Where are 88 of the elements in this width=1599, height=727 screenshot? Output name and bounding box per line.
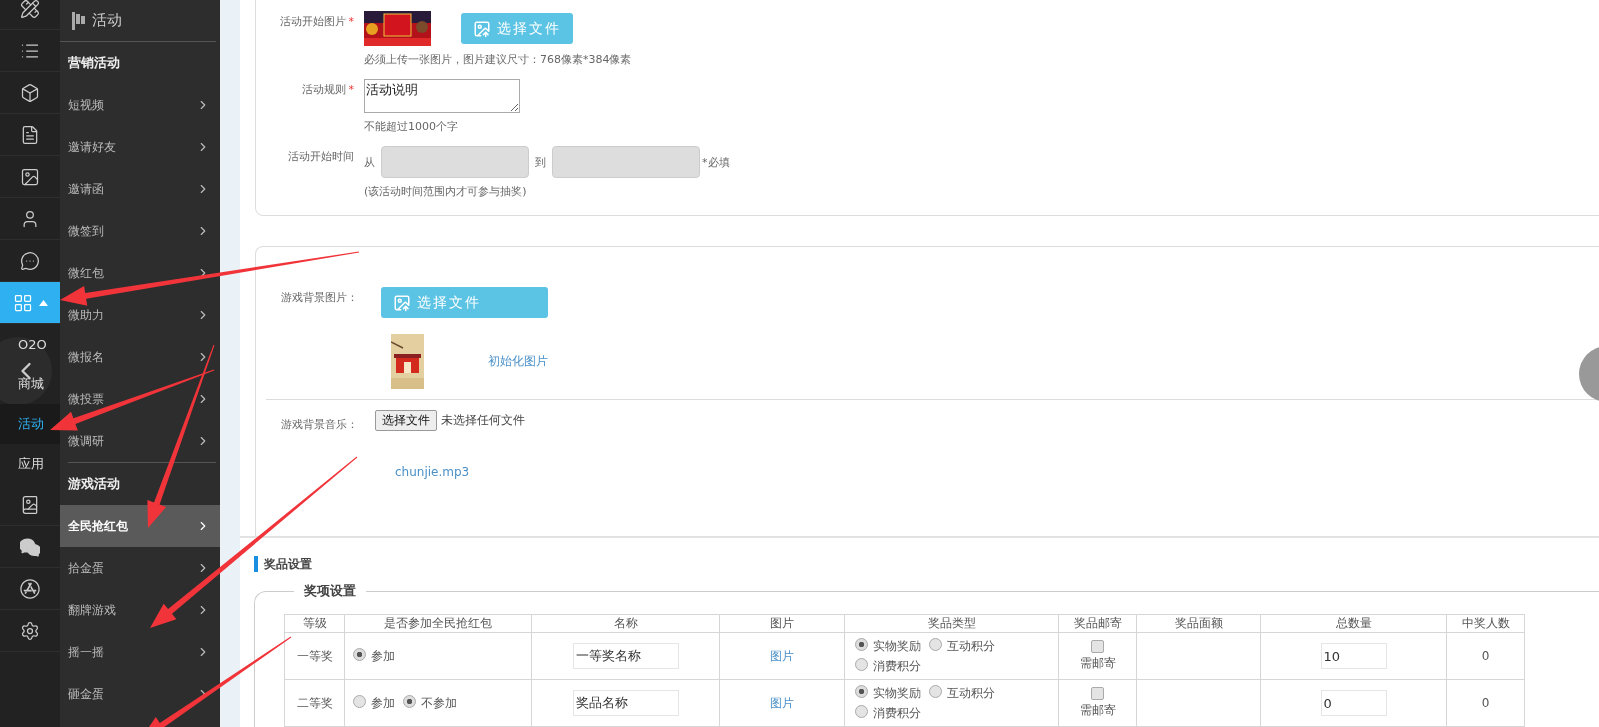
group-title: 游戏活动 xyxy=(67,475,121,493)
menu-item[interactable]: 全民抢红包 xyxy=(60,505,220,547)
radio-option[interactable]: 实物奖励 xyxy=(855,683,929,703)
file-status: 未选择任何文件 xyxy=(441,412,525,429)
image-link[interactable]: 图片 xyxy=(770,695,794,710)
menu-item[interactable]: 微报名 xyxy=(60,336,220,378)
field-label: 活动规则 * xyxy=(300,82,355,98)
radio-option[interactable]: 不参加 xyxy=(403,695,465,710)
upload-icon xyxy=(473,19,491,38)
checkbox[interactable] xyxy=(1091,640,1104,653)
menu-item[interactable]: 微调研 xyxy=(60,420,220,462)
menu-item[interactable]: 微签到 xyxy=(60,210,220,252)
rail-subitem[interactable]: 商城 xyxy=(0,364,60,404)
radio-option[interactable]: 实物奖励 xyxy=(855,636,929,656)
radio-option[interactable]: 参加 xyxy=(353,695,403,710)
menu-item[interactable]: 邀请好友 xyxy=(60,126,220,168)
collapse-button[interactable] xyxy=(0,337,52,405)
end-date-field[interactable] xyxy=(552,146,700,178)
reset-image-link[interactable]: 初始化图片 xyxy=(488,353,548,370)
radio-option[interactable]: 参加 xyxy=(353,648,403,663)
prize-name-field[interactable]: 一等奖名称 xyxy=(572,643,679,669)
table-cell: 0 xyxy=(1446,632,1525,680)
column-header: 等级 xyxy=(284,614,345,633)
column-header: 奖品面额 xyxy=(1136,614,1261,633)
music-file-link[interactable]: chunjie.mp3 xyxy=(381,465,525,479)
group-title: 营销活动 xyxy=(67,54,121,72)
radio-option[interactable]: 消费积分 xyxy=(855,703,929,723)
cube-icon xyxy=(20,82,40,103)
section-title: 奖品设置 xyxy=(254,556,1599,572)
checkbox-label: 需邮寄 xyxy=(1079,655,1116,672)
rail-subitem[interactable]: 应用 xyxy=(0,444,60,484)
menu-item[interactable]: 短视频 xyxy=(60,84,220,126)
column-header: 奖品邮寄 xyxy=(1058,614,1137,633)
quantity-field[interactable]: 10 xyxy=(1320,643,1387,669)
column-header: 中奖人数 xyxy=(1446,614,1525,633)
choose-file-button[interactable]: 选择文件 xyxy=(375,410,437,431)
quantity-field[interactable]: 0 xyxy=(1320,690,1387,716)
menu-item[interactable]: 微红包 xyxy=(60,252,220,294)
rail-item[interactable] xyxy=(0,0,60,30)
column-header: 图片 xyxy=(719,614,845,633)
column-header: 奖品类型 xyxy=(844,614,1059,633)
table-cell: 0 xyxy=(1446,679,1525,727)
hint-text: 不能超过1000个字 xyxy=(364,119,459,134)
upload-icon xyxy=(393,293,411,312)
field-label: 游戏背景音乐： xyxy=(281,417,359,433)
column-header: 名称 xyxy=(531,614,720,633)
field-label: 活动开始时间 xyxy=(287,149,355,165)
column-header: 是否参加全民抢红包 xyxy=(344,614,532,633)
pencil-ruler-icon xyxy=(20,0,40,19)
rules-textarea[interactable]: 活动说明 xyxy=(364,79,520,113)
picture-frame-icon xyxy=(20,494,40,515)
fieldset-legend: 奖项设置 xyxy=(294,582,366,600)
settings-icon xyxy=(20,620,40,641)
radio-option[interactable]: 消费积分 xyxy=(855,656,929,676)
column-header: 总数量 xyxy=(1260,614,1447,633)
menu-item[interactable]: 翻牌游戏 xyxy=(60,589,220,631)
document-icon xyxy=(20,124,40,145)
menu-item[interactable]: 拾金蛋 xyxy=(60,547,220,589)
to-label: 到 xyxy=(535,154,546,170)
flag-icon xyxy=(72,11,88,30)
field-label: 游戏背景图片： xyxy=(281,290,359,306)
radio-option[interactable]: 互动积分 xyxy=(929,683,1003,703)
chat-icon xyxy=(20,250,40,271)
from-label: 从 xyxy=(364,154,375,170)
table-cell: 一等奖 xyxy=(284,632,345,680)
app-store-icon xyxy=(20,578,40,599)
rail-subitem[interactable]: O2O xyxy=(0,324,60,364)
checkbox-label: 需邮寄 xyxy=(1079,702,1116,719)
hint-text: (该活动时间范围内才可参与抽奖) xyxy=(364,184,528,199)
menu-item[interactable]: 微投票 xyxy=(60,378,220,420)
grid-icon xyxy=(12,292,33,313)
image-link[interactable]: 图片 xyxy=(770,648,794,663)
rail-item[interactable] xyxy=(0,282,60,324)
radio-option[interactable]: 互动积分 xyxy=(929,636,1003,656)
sidebar-title: 活动 xyxy=(92,11,122,30)
image-icon xyxy=(20,166,40,187)
field-label: 活动开始图片 * xyxy=(278,14,355,30)
start-date-field[interactable] xyxy=(381,146,529,178)
prize-name-field[interactable]: 奖品名称 xyxy=(572,690,679,716)
chat-bubbles-icon xyxy=(20,536,40,557)
rail-subitem[interactable]: 活动 xyxy=(0,404,60,444)
menu-item[interactable]: 微助力 xyxy=(60,294,220,336)
required-note: *必填 xyxy=(702,154,730,170)
menu-item[interactable]: 邀请函 xyxy=(60,168,220,210)
menu-item[interactable]: 摇一摇 xyxy=(60,631,220,673)
table-cell: 二等奖 xyxy=(284,679,345,727)
hint-text: 必须上传一张图片，图片建议尺寸：768像素*384像素 xyxy=(364,52,632,67)
checkbox[interactable] xyxy=(1091,687,1104,700)
